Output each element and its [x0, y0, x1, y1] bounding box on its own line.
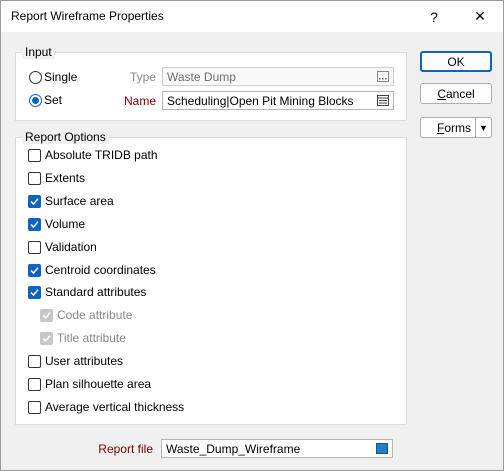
name-value: Scheduling|Open Pit Mining Blocks	[167, 94, 354, 108]
ellipsis-icon	[377, 71, 389, 82]
centroid-coordinates-label[interactable]: Centroid coordinates	[45, 263, 156, 277]
input-group: Input Single Set Type Waste Dump Name Sc…	[15, 45, 407, 121]
report-options-group: Report Options Absolute TRIDB path Extent…	[15, 130, 407, 425]
absolute-tridb-path-label[interactable]: Absolute TRIDB path	[45, 148, 158, 162]
plan-silhouette-area-checkbox[interactable]	[28, 378, 41, 391]
checkmark-icon	[42, 335, 51, 343]
cancel-button[interactable]: Cancel	[420, 83, 492, 104]
help-button[interactable]: ?	[411, 1, 457, 32]
type-value: Waste Dump	[167, 70, 236, 84]
input-group-legend: Input	[22, 45, 55, 59]
surface-area-label[interactable]: Surface area	[45, 194, 114, 208]
plan-silhouette-area-label[interactable]: Plan silhouette area	[45, 377, 151, 391]
centroid-coordinates-checkbox[interactable]	[28, 263, 41, 277]
ok-button[interactable]: OK	[420, 51, 492, 72]
code-attribute-checkbox	[40, 309, 53, 323]
file-browse-icon[interactable]	[376, 443, 388, 454]
report-file-label: Report file	[98, 442, 153, 456]
window-title: Report Wireframe Properties	[11, 9, 164, 23]
set-radio[interactable]	[29, 94, 42, 107]
dialog-window: Report Wireframe Properties ? ✕ Input Si…	[0, 0, 504, 471]
code-attribute-label: Code attribute	[57, 308, 133, 323]
checkmark-icon	[30, 266, 39, 274]
validation-checkbox[interactable]	[28, 240, 41, 254]
forms-button[interactable]: Forms	[420, 117, 476, 138]
checkmark-icon	[30, 289, 39, 297]
name-field[interactable]: Scheduling|Open Pit Mining Blocks	[162, 91, 394, 110]
average-vertical-thickness-checkbox[interactable]	[28, 400, 41, 414]
report-file-value: Waste_Dump_Wireframe	[166, 442, 301, 456]
type-field: Waste Dump	[162, 67, 394, 86]
forms-dropdown-button[interactable]: ▼	[475, 117, 492, 138]
surface-area-checkbox[interactable]	[28, 194, 41, 208]
single-radio[interactable]	[29, 71, 42, 84]
validation-label[interactable]: Validation	[45, 240, 97, 254]
help-icon: ?	[430, 8, 438, 25]
ok-button-label: OK	[447, 54, 465, 69]
extents-label[interactable]: Extents	[45, 171, 85, 185]
extents-checkbox[interactable]	[28, 171, 41, 185]
name-label: Name	[123, 94, 156, 108]
report-file-field[interactable]: Waste_Dump_Wireframe	[161, 439, 393, 458]
title-attribute-label: Title attribute	[57, 331, 126, 346]
list-picker-icon[interactable]	[377, 95, 389, 106]
chevron-down-icon: ▼	[479, 122, 488, 133]
cancel-button-label: Cancel	[437, 86, 475, 101]
volume-label[interactable]: Volume	[45, 217, 85, 231]
checkmark-icon	[30, 220, 39, 228]
forms-split-button: Forms ▼	[420, 117, 492, 138]
close-button[interactable]: ✕	[457, 1, 503, 32]
forms-button-label: Forms	[436, 120, 471, 135]
single-radio-label[interactable]: Single	[44, 70, 77, 84]
title-bar: Report Wireframe Properties ? ✕	[1, 1, 503, 32]
title-attribute-checkbox	[40, 332, 53, 346]
user-attributes-checkbox[interactable]	[28, 355, 41, 369]
checkmark-icon	[42, 312, 51, 320]
standard-attributes-label[interactable]: Standard attributes	[45, 285, 146, 299]
standard-attributes-checkbox[interactable]	[28, 286, 41, 300]
report-options-legend: Report Options	[22, 130, 109, 144]
checkmark-icon	[30, 198, 39, 205]
user-attributes-label[interactable]: User attributes	[45, 354, 123, 368]
volume-checkbox[interactable]	[28, 217, 41, 231]
set-radio-label[interactable]: Set	[44, 93, 62, 107]
close-icon: ✕	[474, 8, 486, 24]
absolute-tridb-path-checkbox[interactable]	[28, 149, 41, 162]
type-label: Type	[129, 70, 156, 84]
average-vertical-thickness-label[interactable]: Average vertical thickness	[45, 400, 184, 414]
